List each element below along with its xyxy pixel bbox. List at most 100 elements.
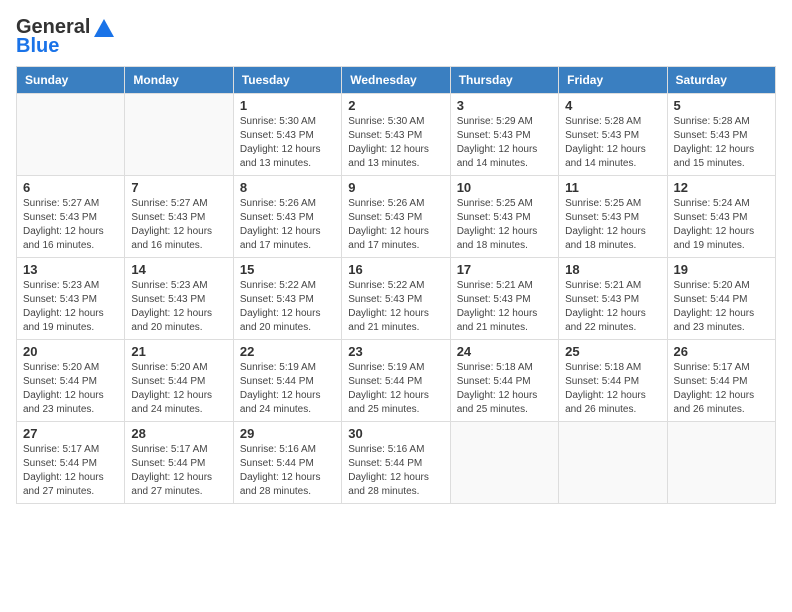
calendar-cell [450,422,558,504]
day-number: 27 [23,426,118,441]
calendar-table: SundayMondayTuesdayWednesdayThursdayFrid… [16,66,776,504]
calendar-cell: 11Sunrise: 5:25 AMSunset: 5:43 PMDayligh… [559,176,667,258]
day-info: Sunrise: 5:20 AMSunset: 5:44 PMDaylight:… [674,279,769,335]
calendar-cell: 19Sunrise: 5:20 AMSunset: 5:44 PMDayligh… [667,258,775,340]
sunrise-text: Sunrise: 5:20 AM [131,361,226,375]
day-info: Sunrise: 5:27 AMSunset: 5:43 PMDaylight:… [131,197,226,253]
day-info: Sunrise: 5:29 AMSunset: 5:43 PMDaylight:… [457,115,552,171]
sunrise-text: Sunrise: 5:22 AM [240,279,335,293]
daylight-text: Daylight: 12 hours and 19 minutes. [674,225,769,253]
day-number: 2 [348,98,443,113]
calendar-week-row-4: 20Sunrise: 5:20 AMSunset: 5:44 PMDayligh… [17,340,776,422]
sunset-text: Sunset: 5:43 PM [131,211,226,225]
calendar-cell: 23Sunrise: 5:19 AMSunset: 5:44 PMDayligh… [342,340,450,422]
sunset-text: Sunset: 5:44 PM [131,375,226,389]
calendar-cell: 9 Sunrise: 5:26 AMSunset: 5:43 PMDaylight… [342,176,450,258]
calendar-cell: 17 Sunrise: 5:21 AMSunset: 5:43 PMDayligh… [450,258,558,340]
sunset-text: Sunset: 5:44 PM [23,375,118,389]
sunrise-text: Sunrise: 5:25 AM [565,197,660,211]
daylight-text: Daylight: 12 hours and 23 minutes. [23,389,118,417]
day-info: Sunrise: 5:18 AMSunset: 5:44 PMDaylight:… [565,361,660,417]
daylight-text: Daylight: 12 hours and 16 minutes. [131,225,226,253]
sunrise-text: Sunrise: 5:24 AM [674,197,769,211]
sunrise-text: Sunrise: 5:27 AM [23,197,118,211]
daylight-text: Daylight: 12 hours and 24 minutes. [240,389,335,417]
sunset-text: Sunset: 5:44 PM [565,375,660,389]
daylight-text: Daylight: 12 hours and 17 minutes. [240,225,335,253]
sunrise-text: Sunrise: 5:29 AM [457,115,552,129]
daylight-text: Daylight: 12 hours and 20 minutes. [131,307,226,335]
calendar-cell: 28Sunrise: 5:17 AMSunset: 5:44 PMDayligh… [125,422,233,504]
calendar-week-row-2: 6Sunrise: 5:27 AMSunset: 5:43 PMDaylight… [17,176,776,258]
sunset-text: Sunset: 5:43 PM [457,211,552,225]
day-number: 6 [23,180,118,195]
logo-triangle-icon [94,19,114,37]
day-info: Sunrise: 5:26 AMSunset: 5:43 PMDaylight:… [348,197,443,253]
sunset-text: Sunset: 5:43 PM [23,211,118,225]
day-number: 20 [23,344,118,359]
daylight-text: Daylight: 12 hours and 24 minutes. [131,389,226,417]
day-info: Sunrise: 5:19 AMSunset: 5:44 PMDaylight:… [240,361,335,417]
calendar-cell: 20Sunrise: 5:20 AMSunset: 5:44 PMDayligh… [17,340,125,422]
day-info: Sunrise: 5:27 AMSunset: 5:43 PMDaylight:… [23,197,118,253]
day-info: Sunrise: 5:19 AMSunset: 5:44 PMDaylight:… [348,361,443,417]
daylight-text: Daylight: 12 hours and 26 minutes. [565,389,660,417]
calendar-cell: 16Sunrise: 5:22 AMSunset: 5:43 PMDayligh… [342,258,450,340]
sunset-text: Sunset: 5:43 PM [348,129,443,143]
calendar-cell [125,94,233,176]
header: General Blue [16,16,776,58]
calendar-cell [667,422,775,504]
sunset-text: Sunset: 5:43 PM [565,293,660,307]
daylight-text: Daylight: 12 hours and 27 minutes. [131,471,226,499]
sunset-text: Sunset: 5:44 PM [240,457,335,471]
daylight-text: Daylight: 12 hours and 14 minutes. [457,143,552,171]
sunrise-text: Sunrise: 5:19 AM [348,361,443,375]
daylight-text: Daylight: 12 hours and 28 minutes. [240,471,335,499]
sunrise-text: Sunrise: 5:28 AM [565,115,660,129]
weekday-header-sunday: Sunday [17,67,125,94]
calendar-week-row-5: 27Sunrise: 5:17 AMSunset: 5:44 PMDayligh… [17,422,776,504]
sunrise-text: Sunrise: 5:18 AM [565,361,660,375]
day-info: Sunrise: 5:21 AMSunset: 5:43 PMDaylight:… [565,279,660,335]
day-number: 29 [240,426,335,441]
sunset-text: Sunset: 5:44 PM [131,457,226,471]
day-number: 9 [348,180,443,195]
daylight-text: Daylight: 12 hours and 18 minutes. [565,225,660,253]
day-number: 17 [457,262,552,277]
weekday-header-tuesday: Tuesday [233,67,341,94]
calendar-cell: 27Sunrise: 5:17 AMSunset: 5:44 PMDayligh… [17,422,125,504]
daylight-text: Daylight: 12 hours and 15 minutes. [674,143,769,171]
day-number: 15 [240,262,335,277]
sunset-text: Sunset: 5:43 PM [131,293,226,307]
daylight-text: Daylight: 12 hours and 25 minutes. [457,389,552,417]
daylight-text: Daylight: 12 hours and 16 minutes. [23,225,118,253]
sunrise-text: Sunrise: 5:27 AM [131,197,226,211]
sunset-text: Sunset: 5:43 PM [565,129,660,143]
daylight-text: Daylight: 12 hours and 18 minutes. [457,225,552,253]
day-info: Sunrise: 5:17 AMSunset: 5:44 PMDaylight:… [674,361,769,417]
sunrise-text: Sunrise: 5:16 AM [240,443,335,457]
calendar-cell: 18Sunrise: 5:21 AMSunset: 5:43 PMDayligh… [559,258,667,340]
sunset-text: Sunset: 5:44 PM [348,457,443,471]
sunrise-text: Sunrise: 5:28 AM [674,115,769,129]
daylight-text: Daylight: 12 hours and 13 minutes. [348,143,443,171]
sunrise-text: Sunrise: 5:23 AM [131,279,226,293]
sunset-text: Sunset: 5:43 PM [240,129,335,143]
calendar-cell: 5Sunrise: 5:28 AMSunset: 5:43 PMDaylight… [667,94,775,176]
sunset-text: Sunset: 5:44 PM [674,293,769,307]
day-info: Sunrise: 5:16 AMSunset: 5:44 PMDaylight:… [240,443,335,499]
sunset-text: Sunset: 5:44 PM [674,375,769,389]
day-info: Sunrise: 5:21 AMSunset: 5:43 PMDaylight:… [457,279,552,335]
calendar-cell [559,422,667,504]
day-info: Sunrise: 5:26 AMSunset: 5:43 PMDaylight:… [240,197,335,253]
daylight-text: Daylight: 12 hours and 22 minutes. [565,307,660,335]
calendar-cell: 3 Sunrise: 5:29 AMSunset: 5:43 PMDaylight… [450,94,558,176]
day-info: Sunrise: 5:30 AMSunset: 5:43 PMDaylight:… [240,115,335,171]
sunrise-text: Sunrise: 5:26 AM [240,197,335,211]
sunset-text: Sunset: 5:44 PM [457,375,552,389]
weekday-header-wednesday: Wednesday [342,67,450,94]
sunrise-text: Sunrise: 5:23 AM [23,279,118,293]
day-number: 3 [457,98,552,113]
calendar-cell: 30Sunrise: 5:16 AMSunset: 5:44 PMDayligh… [342,422,450,504]
weekday-header-monday: Monday [125,67,233,94]
